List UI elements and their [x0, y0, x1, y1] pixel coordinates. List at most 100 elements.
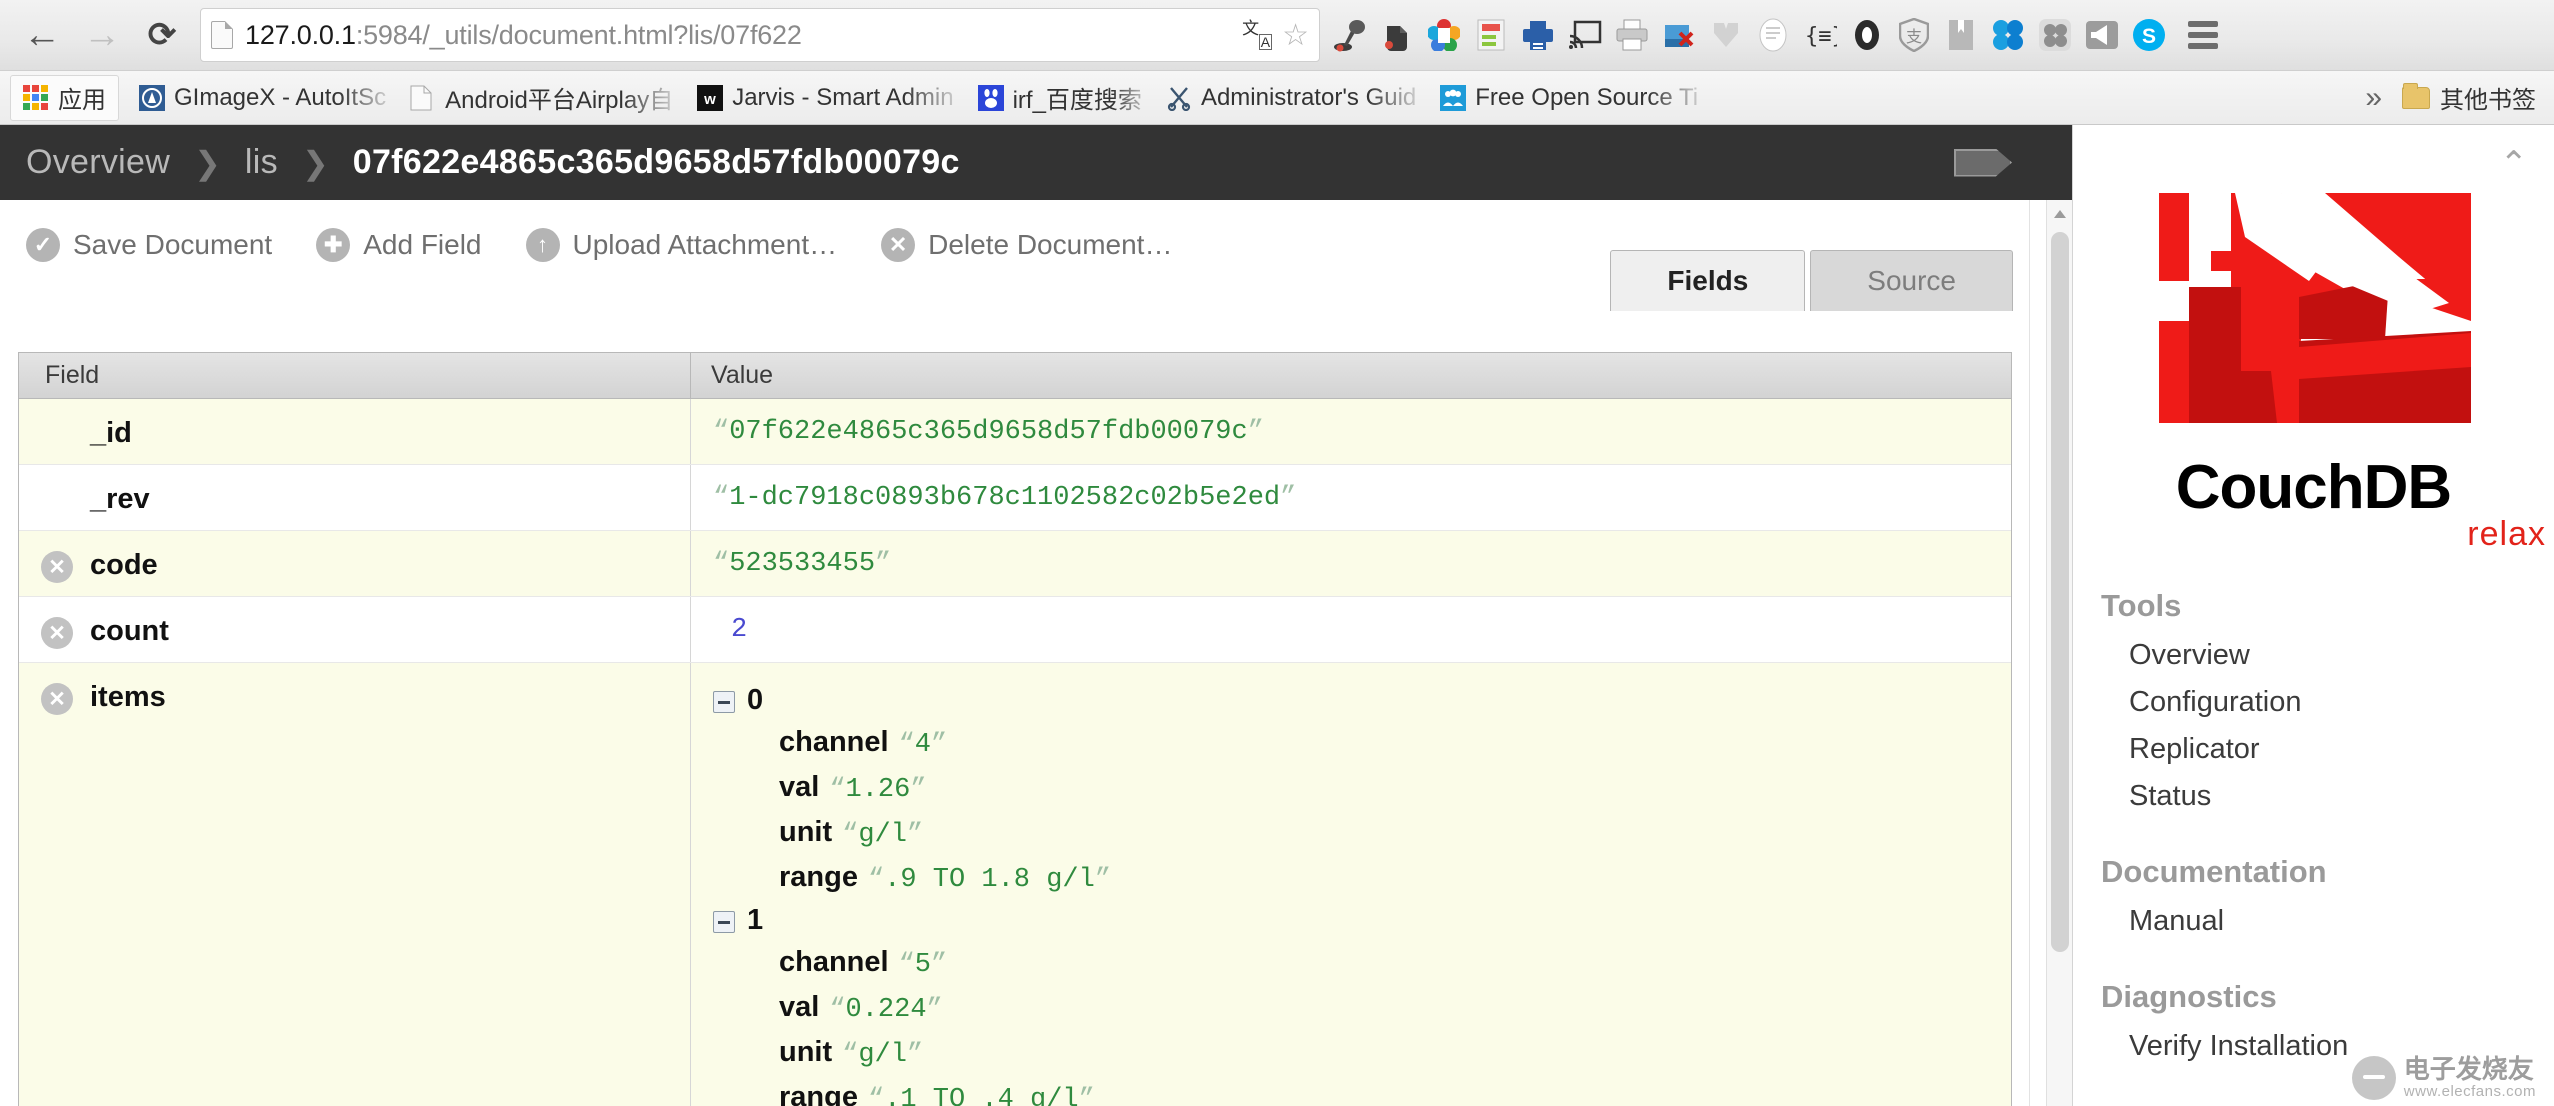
upload-circle-icon: ↑	[525, 228, 560, 262]
table-row[interactable]: ✕ count 2	[19, 597, 2011, 663]
watermark-cn: 电子发烧友	[2403, 1054, 2534, 1085]
desk-lamp-icon[interactable]	[1326, 9, 1373, 61]
watermark-en: www.elecfans.com	[2403, 1082, 2536, 1100]
bookmark-item[interactable]: Android平台Airplay自	[398, 76, 685, 120]
row-value-cell[interactable]: “523533455”	[691, 531, 2011, 596]
sidebar-item-configuration[interactable]: Configuration	[2101, 679, 2554, 726]
scissors-icon	[1166, 85, 1192, 111]
breadcrumb-separator-icon: ❯	[301, 144, 329, 181]
evernote-icon[interactable]	[1373, 9, 1420, 61]
sidebar-collapse-icon[interactable]: ⌃	[2500, 147, 2529, 181]
breadcrumb-tag-icon[interactable]	[1954, 148, 2012, 177]
save-document-button[interactable]: ✓ Save Document	[26, 228, 272, 262]
sidebar-section-title: Documentation	[2101, 854, 2327, 889]
forward-button[interactable]: →	[74, 7, 130, 63]
bookmark-item[interactable]: Free Open Source Ti	[1428, 76, 1710, 120]
bookmarks-overflow-button[interactable]: »	[2345, 81, 2402, 115]
document-list-icon[interactable]	[1749, 9, 1796, 61]
speaker-icon[interactable]	[2078, 9, 2125, 61]
tab-source[interactable]: Source	[1810, 250, 2013, 311]
table-row[interactable]: ✕ items 0 channel “4” val “1.26” unit “g…	[19, 663, 2011, 1106]
plus-circle-icon: ✚	[316, 228, 351, 262]
menu-line	[2188, 32, 2218, 38]
main-scrollbar[interactable]	[2046, 200, 2072, 1106]
breadcrumb-document-id: 07f622e4865c365d9658d57fdb00079c	[352, 143, 960, 181]
couchdb-couch-icon	[2158, 191, 2471, 423]
ring-icon[interactable]	[1843, 9, 1890, 61]
table-row[interactable]: ✕ code “523533455”	[19, 531, 2011, 597]
array-entry: 0	[713, 681, 2011, 720]
object-key: channel	[779, 946, 889, 979]
add-field-button[interactable]: ✚ Add Field	[316, 228, 482, 262]
page-document-icon	[211, 21, 233, 49]
bookmark-item[interactable]: irf_百度搜索	[966, 76, 1154, 120]
printer-cancel-icon[interactable]	[1655, 9, 1702, 61]
back-button[interactable]: ←	[14, 7, 70, 63]
printer-blue-icon[interactable]	[1514, 9, 1561, 61]
array-entry-fields: channel “4” val “1.26” unit “g/l” range “.9 …	[713, 721, 2011, 901]
translate-icon[interactable]: 文 A	[1242, 20, 1273, 50]
scrollbar-thumb[interactable]	[2051, 232, 2069, 952]
printer-grey-icon[interactable]	[1608, 9, 1655, 61]
skype-icon[interactable]: S	[2125, 9, 2172, 61]
view-tabs: Fields Source	[1610, 250, 2013, 311]
object-value: “1.26”	[829, 775, 927, 806]
menu-line	[2188, 21, 2218, 27]
array-index: 0	[747, 684, 764, 716]
sidebar-section-title: Diagnostics	[2101, 979, 2277, 1014]
cast-icon[interactable]	[1561, 9, 1608, 61]
collapse-toggle-icon[interactable]	[713, 691, 735, 713]
sidebar-item-replicator[interactable]: Replicator	[2101, 726, 2554, 773]
four-circle-icon[interactable]	[2031, 9, 2078, 61]
table-row[interactable]: _rev “1-dc7918c0893b678c1102582c02b5e2ed…	[19, 465, 2011, 531]
delete-field-icon[interactable]: ✕	[41, 617, 73, 649]
delete-document-button[interactable]: ✕ Delete Document…	[881, 228, 1172, 262]
sidebar-item-status[interactable]: Status	[2101, 773, 2554, 820]
browser-menu-button[interactable]	[2176, 9, 2230, 61]
row-value-cell[interactable]: “1-dc7918c0893b678c1102582c02b5e2ed”	[691, 465, 2011, 530]
object-value: “5”	[898, 950, 948, 981]
collapse-toggle-icon[interactable]	[713, 910, 735, 933]
reload-icon: ⟳	[147, 16, 177, 54]
address-bar[interactable]: 127.0.0.1:5984/_utils/document.html?lis/…	[200, 8, 1320, 62]
row-field-cell: ✕ count	[19, 597, 691, 662]
four-petal-blue-icon[interactable]	[1984, 9, 2031, 61]
row-value-cell[interactable]: “07f622e4865c365d9658d57fdb00079c”	[691, 399, 2011, 464]
sidebar: ⌃ CouchDB relax Tools Overview Configura…	[2072, 125, 2554, 1106]
scroll-up-arrow-icon[interactable]	[2054, 210, 2066, 218]
bookmark-label: Administrator's Guid	[1200, 83, 1417, 111]
table-row[interactable]: _id “07f622e4865c365d9658d57fdb00079c”	[19, 399, 2011, 465]
document-content-pane: ✓ Save Document ✚ Add Field ↑ Upload Att…	[0, 200, 2030, 1106]
wordpress-icon: w	[697, 84, 724, 111]
reload-button[interactable]: ⟳	[134, 7, 190, 63]
bookmark-apps-button[interactable]: 应用	[10, 74, 119, 121]
code-braces-icon[interactable]: {≡}	[1796, 9, 1843, 61]
upload-attachment-button[interactable]: ↑ Upload Attachment…	[525, 228, 837, 262]
alipay-shield-icon[interactable]: 支	[1890, 9, 1937, 61]
clipboard-icon[interactable]	[1467, 9, 1514, 61]
bookmark-item[interactable]: Administrator's Guid	[1154, 76, 1428, 120]
key-value-pair: val “1.26”	[779, 766, 2011, 811]
bookmark-star-icon[interactable]: ☆	[1282, 18, 1309, 53]
chevron-down-badge-icon[interactable]	[1702, 9, 1749, 61]
sidebar-item-manual[interactable]: Manual	[2101, 898, 2554, 945]
other-bookmarks-folder[interactable]: 其他书签	[2402, 80, 2554, 115]
bookmark-item[interactable]: w Jarvis - Smart Admin	[685, 76, 965, 120]
breadcrumb-database[interactable]: lis	[245, 143, 278, 182]
delete-field-icon[interactable]: ✕	[41, 551, 73, 583]
flower-icon[interactable]	[1420, 9, 1467, 61]
navigation-buttons: ← → ⟳	[0, 7, 190, 63]
sidebar-item-overview[interactable]: Overview	[2101, 632, 2554, 679]
tab-fields[interactable]: Fields	[1610, 250, 1806, 311]
row-value-cell[interactable]: 2	[691, 597, 2011, 662]
object-key: channel	[779, 726, 889, 759]
breadcrumb-overview[interactable]: Overview	[26, 143, 170, 182]
document-fields-table: Field Value _id “07f622e4865c365d9658d57…	[18, 352, 2012, 1106]
delete-field-icon[interactable]: ✕	[41, 683, 73, 715]
row-field-cell: ✕ code	[19, 531, 691, 596]
bookmark-item[interactable]: GImageX - AutoItSc	[127, 76, 398, 120]
bookmark-icon[interactable]	[1937, 9, 1984, 61]
key-value-pair: unit “g/l”	[779, 1031, 2011, 1076]
key-value-pair: channel “4”	[779, 721, 2011, 766]
row-value-cell[interactable]: 0 channel “4” val “1.26” unit “g/l” rang…	[691, 663, 2011, 1106]
